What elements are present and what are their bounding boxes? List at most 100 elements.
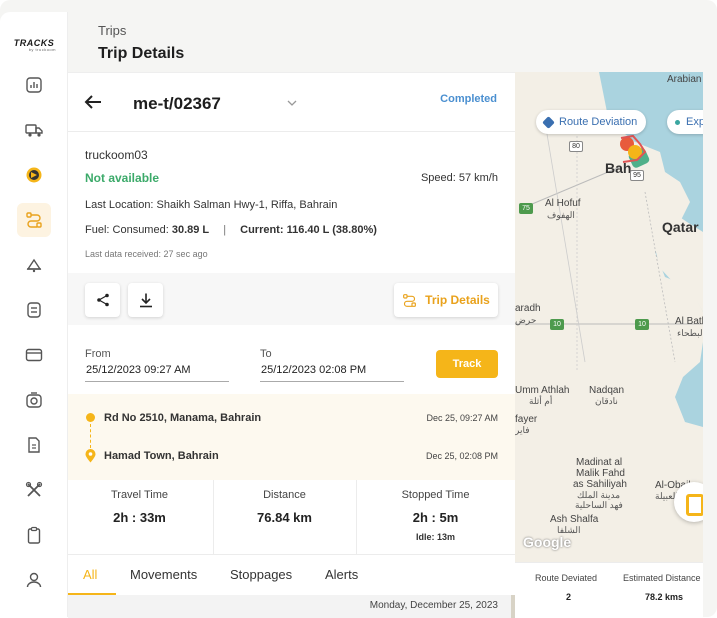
start-time: Dec 25, 09:27 AM xyxy=(426,413,498,423)
sidebar-item-cards[interactable] xyxy=(17,338,51,372)
trip-details-button[interactable]: Trip Details xyxy=(394,283,498,317)
highway-shield: 75 xyxy=(519,203,533,214)
card-icon xyxy=(25,348,43,362)
stat-distance: Distance 76.84 km xyxy=(213,480,356,554)
sidebar-item-tracking[interactable] xyxy=(17,158,51,192)
tab-stoppages[interactable]: Stoppages xyxy=(230,567,292,582)
tools-icon xyxy=(25,481,43,497)
map-label: Qatar xyxy=(662,219,699,235)
reports-icon xyxy=(27,302,41,318)
route-deviation-label: Route Deviation xyxy=(559,116,638,128)
map-label: أم أثلة xyxy=(529,396,553,406)
to-date-field[interactable]: 25/12/2023 02:08 PM xyxy=(260,364,404,382)
share-button[interactable] xyxy=(85,283,120,317)
trips-icon xyxy=(403,293,417,307)
alerts-icon xyxy=(26,258,42,273)
last-location: Last Location: Shaikh Salman Hwy-1, Riff… xyxy=(85,199,338,211)
stat-title: Stopped Time xyxy=(401,489,470,501)
from-label: From xyxy=(85,348,111,360)
divider xyxy=(68,131,515,132)
availability-status: Not available xyxy=(85,171,160,185)
sidebar-item-cameras[interactable] xyxy=(17,383,51,417)
camera-icon xyxy=(26,392,42,408)
expected-route-chip[interactable]: Exp xyxy=(667,110,703,134)
map-label: Nadqan xyxy=(589,385,625,396)
last-data-received: Last data received: 27 sec ago xyxy=(85,249,208,259)
highway-shield: 10 xyxy=(635,319,649,330)
fuel-info: Fuel: Consumed: 30.89 L | Current: 116.4… xyxy=(85,224,377,236)
event-tabs: All Movements Stoppages Alerts xyxy=(68,554,515,596)
download-button[interactable] xyxy=(128,283,163,317)
share-icon xyxy=(96,293,109,307)
expected-route-label: Exp xyxy=(686,116,703,128)
back-arrow-icon[interactable] xyxy=(82,91,104,113)
map-label: fayer xyxy=(515,414,538,425)
highway-shield: 95 xyxy=(630,170,644,181)
trip-details-label: Trip Details xyxy=(425,293,490,307)
map-label: Bah xyxy=(605,160,632,176)
date-group-label: Monday, December 25, 2023 xyxy=(369,600,498,611)
map-label: Umm Athlah xyxy=(515,385,570,396)
track-button[interactable]: Track xyxy=(436,350,498,378)
app-frame: TRACKS by truckoom Trips Trip Details me… xyxy=(0,0,717,618)
sidebar-item-reports[interactable] xyxy=(17,293,51,327)
map-label: Ash Shalfa xyxy=(550,514,599,525)
sidebar-item-alerts[interactable] xyxy=(17,248,51,282)
to-label: To xyxy=(260,348,272,360)
divider xyxy=(356,480,357,554)
map-label: فاير xyxy=(515,425,530,435)
breadcrumb[interactable]: Trips xyxy=(98,23,126,38)
truck-icon xyxy=(25,124,43,137)
estimated-distance-value: 78.2 kms xyxy=(645,592,684,602)
tab-movements[interactable]: Movements xyxy=(130,567,197,582)
clipboard-icon xyxy=(27,526,41,544)
chevron-down-icon[interactable] xyxy=(286,97,298,109)
sidebar-item-users[interactable] xyxy=(17,563,51,597)
sidebar-item-vehicles[interactable] xyxy=(17,113,51,147)
map-label: البطحاء xyxy=(677,328,703,338)
route-deviation-chip[interactable]: Route Deviation xyxy=(536,110,647,134)
sidebar-item-maintenance[interactable] xyxy=(17,473,51,507)
tab-alerts[interactable]: Alerts xyxy=(325,567,358,582)
sidebar-item-trips[interactable] xyxy=(17,203,51,237)
status-badge: Completed xyxy=(440,93,497,105)
page-title: Trip Details xyxy=(98,45,185,62)
sidebar-item-documents[interactable] xyxy=(17,428,51,462)
action-bar: Trip Details xyxy=(68,273,515,325)
map-label: نادقان xyxy=(595,396,618,406)
map-label: Madinat al xyxy=(576,457,623,468)
page-header: Trips Trip Details xyxy=(68,12,703,72)
route-deviated-label: Route Deviated xyxy=(535,573,598,583)
stat-value: 2h : 5m xyxy=(412,510,459,525)
idle-time: Idle: 13m xyxy=(415,532,455,542)
route-deviated-value: 2 xyxy=(566,592,572,602)
stat-value: 76.84 km xyxy=(257,510,312,525)
end-location: Hamad Town, Bahrain xyxy=(104,450,219,462)
from-date-field[interactable]: 25/12/2023 09:27 AM xyxy=(85,364,229,382)
route-connector xyxy=(90,424,91,448)
map-label: Malik Fahd xyxy=(576,468,625,479)
vehicle-name: truckoom03 xyxy=(85,148,148,162)
map-label: Al Hofuf xyxy=(545,198,581,209)
trip-id-select[interactable]: me-t/02367 xyxy=(133,94,221,114)
analytics-icon xyxy=(26,77,42,93)
stat-travel-time: Travel Time 2h : 33m xyxy=(68,480,211,554)
google-logo: Google xyxy=(523,534,572,550)
download-icon xyxy=(139,293,152,308)
tab-all[interactable]: All xyxy=(83,567,97,582)
start-location: Rd No 2510, Manama, Bahrain xyxy=(104,412,262,424)
estimated-distance-label: Estimated Distance xyxy=(623,573,701,583)
fuel-consumed-label: Fuel: Consumed: xyxy=(85,224,169,236)
stat-value: 2h : 33m xyxy=(113,510,166,525)
route-deviation-icon xyxy=(542,115,555,129)
map-label: فهد الساحلية xyxy=(575,500,623,510)
map-label: as Sahiliyah xyxy=(573,479,627,490)
stat-title: Travel Time xyxy=(110,489,169,501)
logo[interactable]: TRACKS by truckoom xyxy=(12,38,56,52)
end-pin-icon xyxy=(85,449,96,463)
sidebar-item-tasks[interactable] xyxy=(17,518,51,552)
sidebar-item-analytics[interactable] xyxy=(17,68,51,102)
end-time: Dec 25, 02:08 PM xyxy=(425,451,498,461)
map-view[interactable]: Route Deviation Exp Arabian G Bah Al Hof… xyxy=(515,72,703,562)
stat-title: Distance xyxy=(263,489,306,501)
